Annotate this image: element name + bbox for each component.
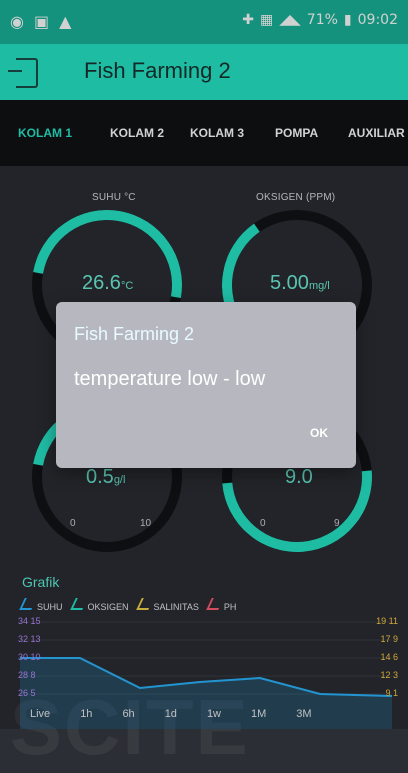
dialog-title: Fish Farming 2 xyxy=(74,324,195,344)
dialog-ok-button[interactable]: OK xyxy=(310,426,328,440)
alert-dialog: Fish Farming 2 temperature low - low OK xyxy=(56,302,356,468)
dialog-message: temperature low - low xyxy=(74,368,266,390)
